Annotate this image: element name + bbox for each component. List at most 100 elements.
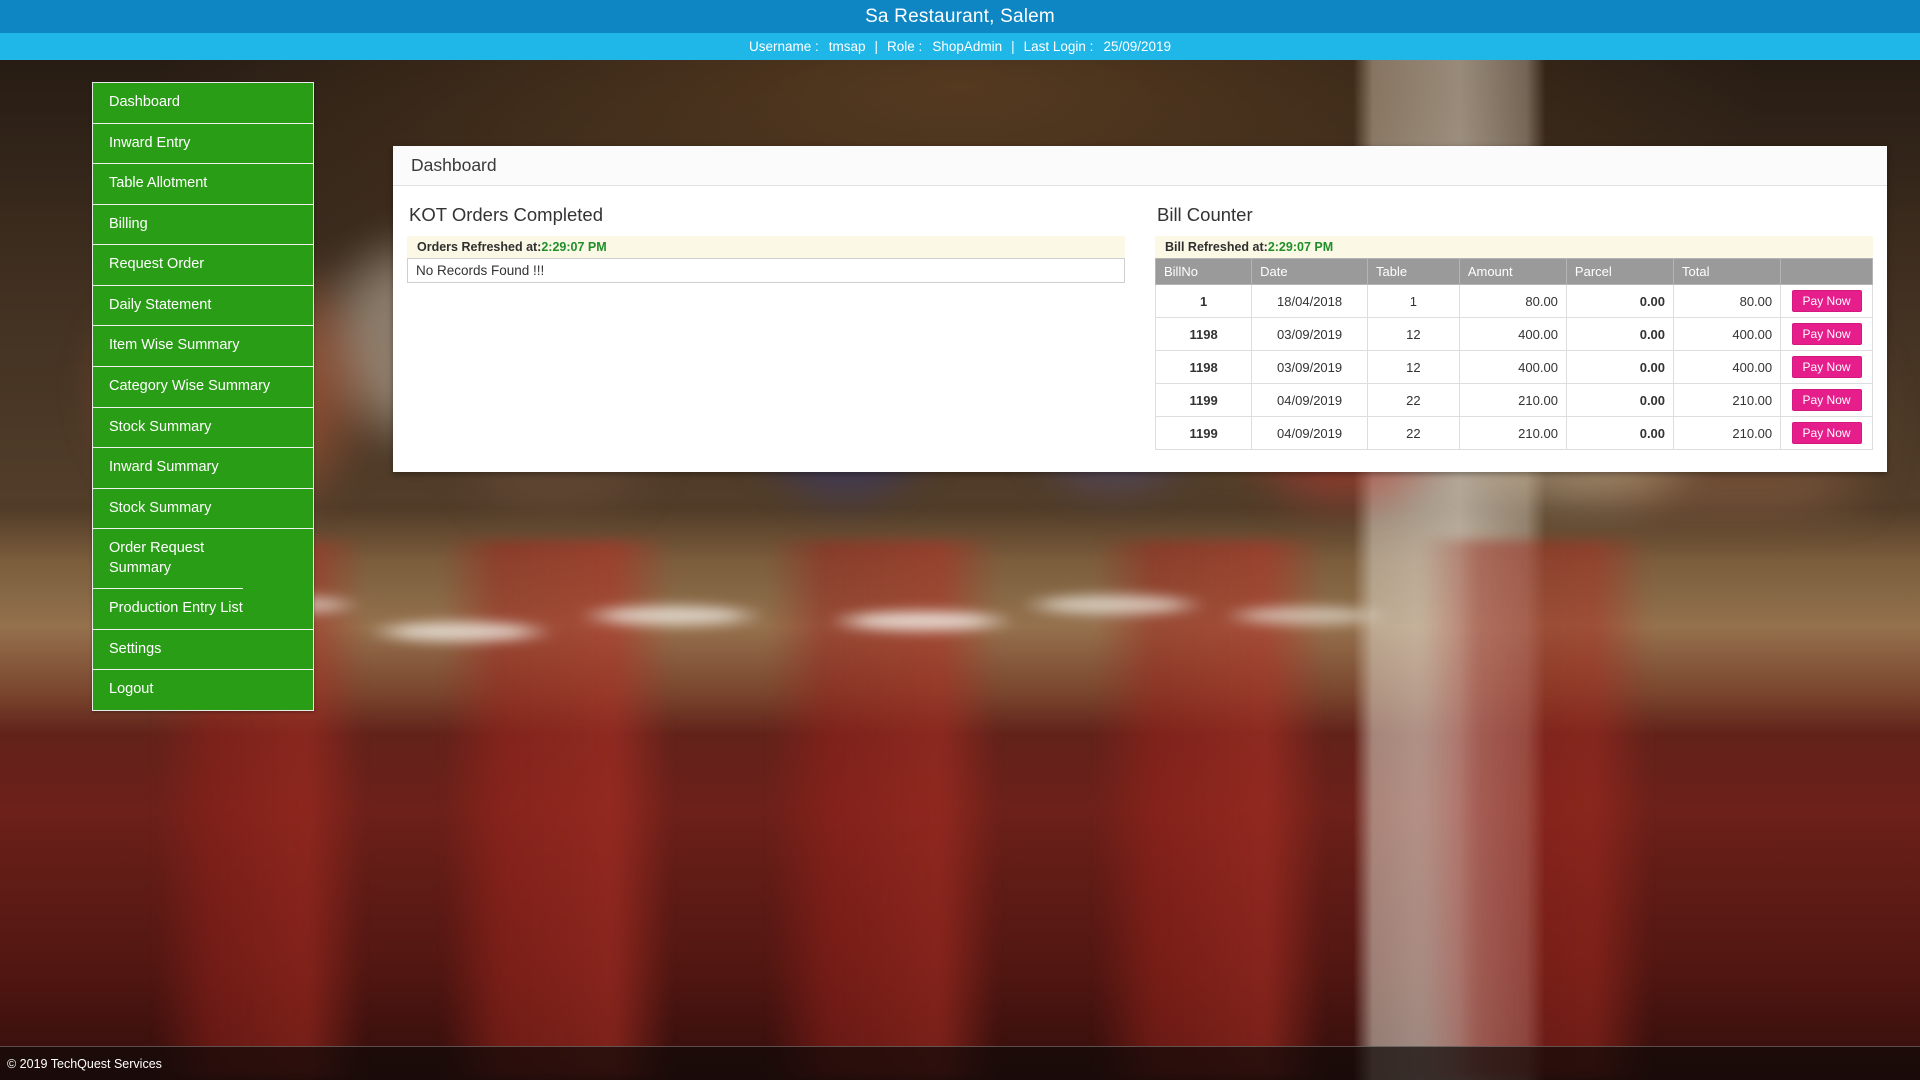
- sidebar-item-inward-summary[interactable]: Inward Summary: [93, 448, 313, 489]
- dashboard-panels: KOT Orders Completed Orders Refreshed at…: [393, 186, 1887, 472]
- app-title: Sa Restaurant, Salem: [865, 5, 1055, 27]
- sidebar-item-billing[interactable]: Billing: [93, 204, 313, 246]
- separator-1: |: [874, 39, 879, 54]
- column-header-total: Total: [1673, 258, 1782, 285]
- cell-amount: 210.00: [1458, 416, 1567, 450]
- sidebar-nav: Dashboard Inward Entry Table Allotment B…: [92, 82, 314, 711]
- user-info-bar: Username : tmsap | Role : ShopAdmin | La…: [0, 33, 1920, 60]
- cell-parcel: 0.00: [1565, 383, 1675, 417]
- sidebar-item-order-request-summary[interactable]: Order Request Summary: [93, 529, 243, 590]
- app-title-bar: Sa Restaurant, Salem: [0, 0, 1920, 33]
- sidebar-item-logout[interactable]: Logout: [93, 670, 313, 710]
- cell-billno: 1198: [1154, 317, 1253, 351]
- column-header-amount: Amount: [1458, 258, 1567, 285]
- cell-action: Pay Now: [1780, 383, 1873, 417]
- column-header-action: [1780, 258, 1873, 285]
- cell-total: 400.00: [1673, 350, 1782, 384]
- column-header-table: Table: [1367, 258, 1460, 285]
- pay-now-button[interactable]: Pay Now: [1791, 422, 1862, 444]
- cell-total: 210.00: [1673, 416, 1782, 450]
- cell-action: Pay Now: [1780, 416, 1873, 450]
- pay-now-button[interactable]: Pay Now: [1791, 356, 1862, 378]
- table-row: 1199 04/09/2019 22 210.00 0.00 210.00 Pay Now: [1154, 383, 1873, 417]
- page-body: Dashboard Inward Entry Table Allotment B…: [0, 60, 1920, 1080]
- sidebar-item-item-wise-summary[interactable]: Item Wise Summary: [93, 326, 313, 367]
- column-header-parcel: Parcel: [1565, 258, 1675, 285]
- cell-table: 1: [1367, 284, 1460, 318]
- sidebar-item-daily-statement[interactable]: Daily Statement: [93, 285, 313, 327]
- pay-now-button[interactable]: Pay Now: [1791, 389, 1862, 411]
- sidebar-item-stock-summary-2[interactable]: Stock Summary: [93, 488, 313, 530]
- cell-total: 210.00: [1673, 383, 1782, 417]
- cell-billno: 1: [1154, 284, 1253, 318]
- kot-refresh-label: Orders Refreshed at:: [417, 240, 542, 254]
- cell-parcel: 0.00: [1565, 416, 1675, 450]
- sidebar-item-production-entry-list[interactable]: Production Entry List: [93, 589, 313, 630]
- cell-billno: 1199: [1154, 383, 1253, 417]
- cell-date: 03/09/2019: [1251, 350, 1369, 384]
- sidebar-item-inward-entry[interactable]: Inward Entry: [93, 123, 313, 165]
- cell-parcel: 0.00: [1565, 284, 1675, 318]
- role-value: ShopAdmin: [932, 39, 1003, 54]
- footer-bar: © 2019 TechQuest Services: [0, 1046, 1920, 1080]
- page-title: Dashboard: [411, 155, 497, 175]
- cell-parcel: 0.00: [1565, 317, 1675, 351]
- kot-empty-message: No Records Found !!!: [407, 258, 1125, 283]
- bill-refresh-label: Bill Refreshed at:: [1165, 240, 1268, 254]
- cell-date: 04/09/2019: [1251, 416, 1369, 450]
- cell-action: Pay Now: [1780, 350, 1873, 384]
- cell-table: 22: [1367, 383, 1460, 417]
- bill-refresh-bar: Bill Refreshed at:2:29:07 PM: [1155, 236, 1873, 258]
- kot-refresh-time: 2:29:07 PM: [541, 240, 607, 254]
- cell-total: 80.00: [1673, 284, 1782, 318]
- bill-counter-panel: Bill Counter Bill Refreshed at:2:29:07 P…: [1154, 200, 1873, 450]
- content-card: Dashboard KOT Orders Completed Orders Re…: [393, 146, 1887, 472]
- table-row: 1198 03/09/2019 12 400.00 0.00 400.00 Pay Now: [1154, 350, 1873, 384]
- bill-counter-table: BillNo Date Table Amount Parcel Total 11…: [1154, 258, 1873, 450]
- bill-table-header-row: BillNo Date Table Amount Parcel Total: [1154, 258, 1873, 285]
- cell-parcel: 0.00: [1565, 350, 1675, 384]
- cell-amount: 400.00: [1458, 350, 1567, 384]
- sidebar-item-stock-summary[interactable]: Stock Summary: [93, 407, 313, 449]
- kot-orders-panel: KOT Orders Completed Orders Refreshed at…: [407, 200, 1125, 450]
- cell-table: 12: [1367, 350, 1460, 384]
- table-row: 1 18/04/2018 1 80.00 0.00 80.00 Pay Now: [1154, 284, 1873, 318]
- role-label: Role :: [887, 39, 923, 54]
- cell-action: Pay Now: [1780, 317, 1873, 351]
- cell-billno: 1199: [1154, 416, 1253, 450]
- table-row: 1199 04/09/2019 22 210.00 0.00 210.00 Pay Now: [1154, 416, 1873, 450]
- sidebar-item-settings[interactable]: Settings: [93, 629, 313, 671]
- pay-now-button[interactable]: Pay Now: [1791, 290, 1862, 312]
- content-header: Dashboard: [393, 146, 1887, 186]
- footer-copyright: © 2019 TechQuest Services: [7, 1056, 162, 1071]
- column-header-billno: BillNo: [1154, 258, 1253, 285]
- table-row: 1198 03/09/2019 12 400.00 0.00 400.00 Pay Now: [1154, 317, 1873, 351]
- cell-date: 18/04/2018: [1251, 284, 1369, 318]
- bill-panel-title: Bill Counter: [1157, 204, 1253, 225]
- last-login-value: 25/09/2019: [1103, 39, 1172, 54]
- cell-table: 12: [1367, 317, 1460, 351]
- cell-date: 04/09/2019: [1251, 383, 1369, 417]
- sidebar-item-dashboard[interactable]: Dashboard: [93, 83, 313, 124]
- cell-action: Pay Now: [1780, 284, 1873, 318]
- cell-total: 400.00: [1673, 317, 1782, 351]
- username-label: Username :: [748, 39, 819, 54]
- cell-amount: 80.00: [1458, 284, 1567, 318]
- bill-refresh-time: 2:29:07 PM: [1267, 240, 1334, 254]
- cell-table: 22: [1367, 416, 1460, 450]
- sidebar-item-category-wise-summary[interactable]: Category Wise Summary: [93, 366, 313, 408]
- cell-date: 03/09/2019: [1251, 317, 1369, 351]
- last-login-label: Last Login :: [1023, 39, 1094, 54]
- sidebar-item-request-order[interactable]: Request Order: [93, 245, 313, 286]
- kot-refresh-bar: Orders Refreshed at:2:29:07 PM: [407, 236, 1125, 258]
- column-header-date: Date: [1251, 258, 1369, 285]
- cell-amount: 400.00: [1458, 317, 1567, 351]
- pay-now-button[interactable]: Pay Now: [1791, 323, 1862, 345]
- separator-2: |: [1011, 39, 1015, 54]
- bill-table-head: BillNo Date Table Amount Parcel Total: [1154, 258, 1873, 285]
- username-value: tmsap: [828, 39, 866, 54]
- sidebar-item-table-allotment[interactable]: Table Allotment: [93, 164, 313, 205]
- cell-amount: 210.00: [1458, 383, 1567, 417]
- bill-table-body: 1 18/04/2018 1 80.00 0.00 80.00 Pay Now 1198 03/…: [1154, 284, 1873, 450]
- cell-billno: 1198: [1154, 350, 1253, 384]
